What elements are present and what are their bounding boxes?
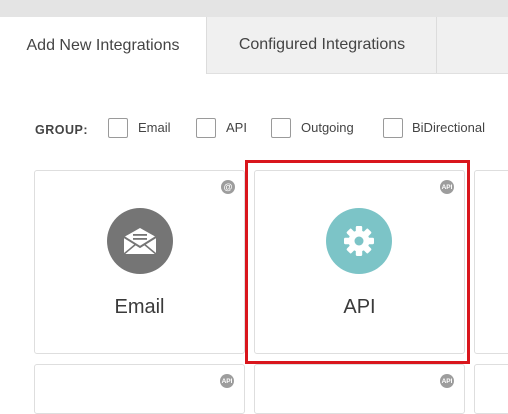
bottom-card-2-badge: API bbox=[440, 374, 454, 388]
group-outgoing-checkbox[interactable] bbox=[271, 118, 291, 138]
top-bar bbox=[0, 0, 508, 17]
selection-highlight bbox=[245, 160, 470, 364]
group-api-label: API bbox=[226, 120, 247, 135]
group-email-checkbox[interactable] bbox=[108, 118, 128, 138]
tab-configured-integrations[interactable]: Configured Integrations bbox=[208, 17, 437, 73]
group-api-checkbox[interactable] bbox=[196, 118, 216, 138]
group-outgoing-label: Outgoing bbox=[301, 120, 354, 135]
bottom-card-1-badge: API bbox=[220, 374, 234, 388]
group-bidirectional-label: BiDirectional bbox=[412, 120, 485, 135]
group-email-label: Email bbox=[138, 120, 171, 135]
group-label: GROUP: bbox=[35, 123, 88, 137]
integration-card-bottom-3[interactable] bbox=[474, 364, 508, 414]
email-badge: @ bbox=[221, 180, 235, 194]
group-filter-label-row: GROUP: bbox=[35, 118, 88, 140]
email-card-label: Email bbox=[114, 296, 165, 318]
tab-add-new-integrations[interactable]: Add New Integrations bbox=[0, 17, 207, 74]
tab-bar-filler bbox=[438, 17, 508, 73]
envelope-icon bbox=[107, 208, 173, 274]
integration-card-bottom-2[interactable]: API bbox=[254, 364, 465, 414]
integration-card-bottom-1[interactable]: API bbox=[34, 364, 245, 414]
group-bidirectional-checkbox[interactable] bbox=[383, 118, 403, 138]
integration-card-partial[interactable] bbox=[474, 170, 508, 354]
integration-card-email[interactable]: @ Email bbox=[34, 170, 245, 354]
tab-bar: Add New Integrations Configured Integrat… bbox=[0, 17, 508, 74]
